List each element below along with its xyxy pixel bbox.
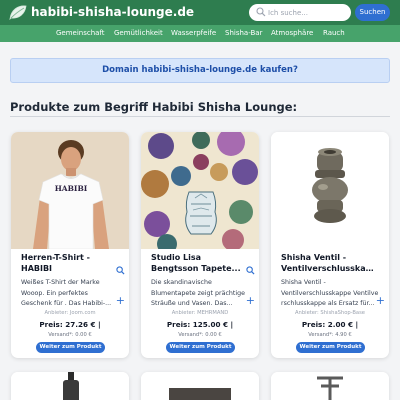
product-card[interactable]	[141, 372, 259, 400]
domain-sale-banner[interactable]: Domain habibi-shisha-lounge.de kaufen?	[10, 58, 390, 83]
product-provider: Anbieter: ShishaShop-Base	[295, 310, 365, 316]
product-shipping: Versand*: 0.00 €	[178, 332, 222, 338]
product-image[interactable]	[141, 132, 259, 249]
product-card[interactable]	[11, 372, 129, 400]
product-shipping: Versand*: 0.00 €	[48, 332, 92, 338]
product-provider: Anbieter: MEHRMAND	[171, 310, 229, 316]
product-title[interactable]: Shisha Ventil -	[281, 252, 377, 263]
expand-plus-icon[interactable]: +	[246, 295, 255, 306]
section-title: Produkte zum Begriff Habibi Shisha Loung…	[10, 100, 298, 114]
product-button[interactable]: Weiter zum Produkt	[36, 342, 105, 353]
divider	[10, 116, 390, 117]
product-card[interactable]: Shisha Ventil - Ventilverschlusskappe Sh…	[271, 132, 389, 358]
expand-plus-icon[interactable]: +	[116, 295, 125, 306]
expand-plus-icon[interactable]: +	[376, 295, 385, 306]
product-price: Preis: 2.00 € |	[301, 320, 359, 329]
shirt-print-text: HABIBI	[54, 184, 88, 193]
product-image[interactable]	[141, 372, 259, 400]
nav-item-rauch[interactable]: Rauch	[323, 25, 345, 42]
product-button[interactable]: Weiter zum Produkt	[296, 342, 365, 353]
search-icon	[256, 7, 266, 17]
zoom-icon[interactable]	[116, 266, 125, 275]
product-image[interactable]: HABIBI	[11, 132, 129, 249]
product-image[interactable]	[271, 132, 389, 249]
product-title[interactable]: Bengtsson Tapete...	[151, 263, 247, 274]
product-title[interactable]: Herren-T-Shirt -	[21, 252, 117, 263]
nav-item-atmosphaere[interactable]: Atmosphäre	[271, 25, 313, 42]
product-card[interactable]: Studio Lisa Bengtsson Tapete... Die skan…	[141, 132, 259, 358]
product-provider: Anbieter: Joom.com	[44, 310, 96, 316]
product-title[interactable]: HABIBI	[21, 263, 117, 274]
product-title[interactable]: Ventilverschlusskappe	[281, 263, 377, 274]
product-description: Die skandinavische Blumentapete zeigt pr…	[151, 279, 245, 307]
product-card[interactable]	[271, 372, 389, 400]
product-image[interactable]	[11, 372, 129, 400]
product-shipping: Versand*: 4.90 €	[308, 332, 352, 338]
site-header: habibi-shisha-lounge.de Suchen	[0, 0, 400, 25]
category-nav: Gemeinschaft Gemütlichkeit Wasserpfeife …	[0, 25, 400, 42]
nav-item-wasserpfeife[interactable]: Wasserpfeife	[171, 25, 216, 42]
nav-item-shisha-bar[interactable]: Shisha-Bar	[225, 25, 262, 42]
search-button[interactable]: Suchen	[355, 4, 390, 21]
product-button[interactable]: Weiter zum Produkt	[166, 342, 235, 353]
search-box	[249, 4, 351, 21]
product-title[interactable]: Studio Lisa	[151, 252, 247, 263]
leaf-icon[interactable]	[8, 4, 28, 21]
product-price: Preis: 125.00 € |	[166, 320, 234, 329]
product-description: Shisha Ventil - Ventilverschlusskappe Ve…	[281, 279, 379, 307]
product-image[interactable]	[271, 372, 389, 400]
product-card[interactable]: HABIBI Herren-T-Shirt - HABIBI Weißes T-…	[11, 132, 129, 358]
nav-item-gemeinschaft[interactable]: Gemeinschaft	[56, 25, 105, 42]
site-title[interactable]: habibi-shisha-lounge.de	[31, 4, 194, 21]
product-description: Weißes T-Shirt der Marke Wooop. Ein perf…	[21, 279, 112, 307]
product-price: Preis: 27.26 € |	[39, 320, 101, 329]
nav-item-gemuetlichkeit[interactable]: Gemütlichkeit	[114, 25, 163, 42]
zoom-icon[interactable]	[246, 266, 255, 275]
search-input[interactable]	[268, 4, 348, 21]
